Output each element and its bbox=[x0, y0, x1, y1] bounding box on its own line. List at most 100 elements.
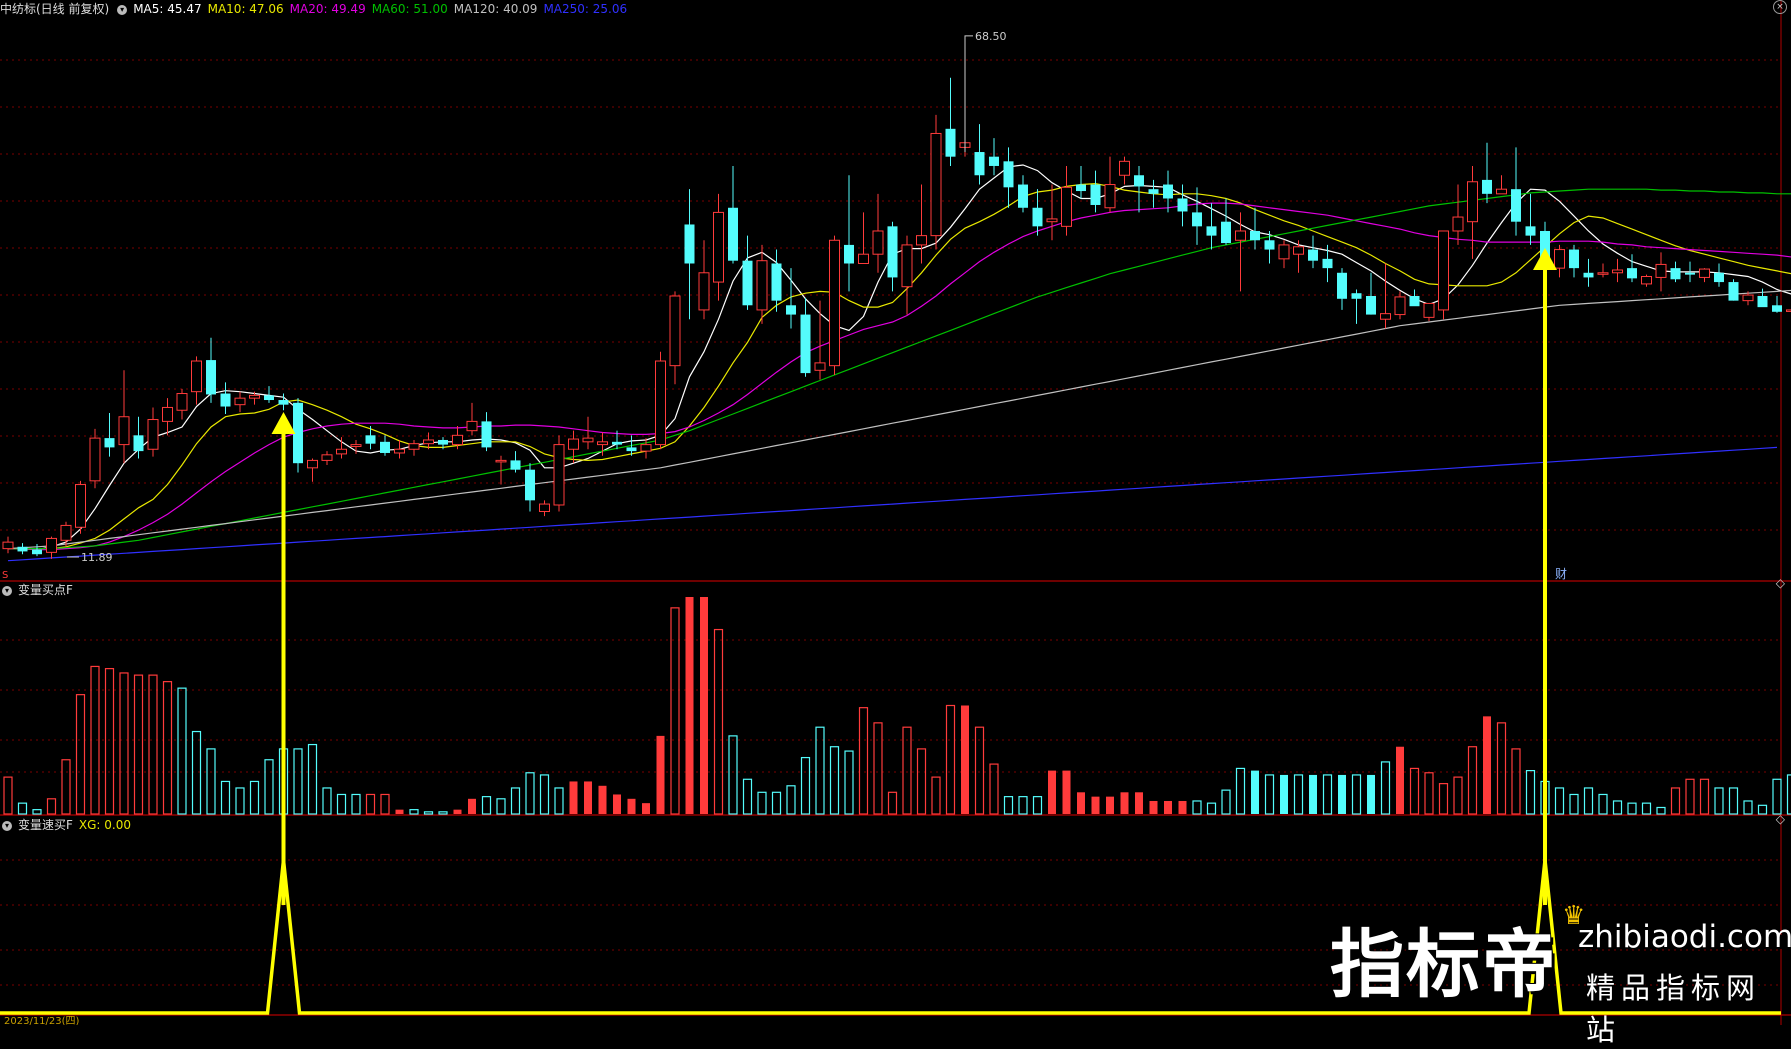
volume-bar bbox=[207, 749, 215, 814]
candle bbox=[1526, 194, 1536, 245]
volume-bar bbox=[1005, 797, 1013, 814]
volume-bar bbox=[889, 792, 897, 814]
candle-body bbox=[351, 445, 361, 447]
candle bbox=[119, 370, 129, 463]
candle-body bbox=[1236, 231, 1246, 240]
candle-body bbox=[801, 315, 811, 374]
candle bbox=[1018, 175, 1028, 212]
candle-body bbox=[177, 394, 187, 411]
collapse-icon[interactable]: ▾ bbox=[117, 5, 127, 15]
ma10-line bbox=[8, 184, 1791, 550]
candle bbox=[177, 389, 187, 420]
candle bbox=[1381, 263, 1391, 328]
candle-body bbox=[1178, 198, 1188, 211]
candle bbox=[1192, 187, 1202, 245]
candle-body bbox=[1018, 185, 1028, 208]
diamond-icon-2[interactable]: ◇ bbox=[1776, 812, 1785, 826]
stock-chart[interactable]: 68.5011.89S财2023/11/23(四) bbox=[0, 0, 1791, 1025]
candle-body bbox=[1468, 182, 1478, 222]
candle-body bbox=[1308, 250, 1318, 261]
candle-body bbox=[1337, 273, 1347, 299]
candle bbox=[18, 543, 28, 554]
volume-bar bbox=[1512, 749, 1520, 814]
volume-bar bbox=[33, 810, 41, 814]
candle bbox=[1584, 259, 1594, 287]
candle bbox=[989, 138, 999, 175]
candle bbox=[670, 291, 680, 384]
volume-bar bbox=[1672, 788, 1680, 814]
candle-body bbox=[1714, 273, 1724, 282]
x-axis-date: 2023/11/23(四) bbox=[4, 1016, 80, 1025]
candle bbox=[859, 212, 869, 263]
candle-body bbox=[786, 305, 796, 314]
candle-body bbox=[1497, 189, 1507, 194]
volume-bar bbox=[1730, 788, 1738, 814]
candle-body bbox=[1627, 268, 1637, 278]
volume-bar bbox=[831, 747, 839, 814]
candle bbox=[1091, 171, 1101, 213]
candle bbox=[1642, 275, 1652, 287]
candle-body bbox=[322, 455, 332, 461]
volume-bar bbox=[686, 597, 694, 814]
candle bbox=[1178, 185, 1188, 227]
candle-body bbox=[482, 421, 492, 447]
candle-body bbox=[134, 435, 144, 451]
volume-bar bbox=[222, 781, 230, 814]
collapse-icon[interactable]: ▾ bbox=[2, 586, 12, 596]
candle bbox=[1598, 263, 1608, 277]
volume-bar bbox=[671, 608, 679, 814]
candle-body bbox=[337, 449, 347, 454]
volume-bar bbox=[512, 788, 520, 814]
volume-bar bbox=[1744, 801, 1752, 814]
candle-body bbox=[627, 447, 637, 451]
candle bbox=[931, 115, 941, 250]
volume-bar bbox=[381, 794, 389, 814]
volume-bar bbox=[1077, 792, 1085, 814]
candle bbox=[656, 352, 666, 450]
low-label: 11.89 bbox=[81, 551, 113, 564]
watermark-brand: 指标帝 bbox=[1330, 905, 1558, 1012]
volume-bar bbox=[193, 732, 201, 814]
diamond-icon[interactable]: ◇ bbox=[1776, 576, 1785, 590]
candle-body bbox=[1685, 273, 1695, 275]
candle bbox=[554, 435, 564, 511]
volume-bar bbox=[570, 781, 578, 814]
collapse-icon[interactable]: ▾ bbox=[2, 821, 12, 831]
candle bbox=[1656, 252, 1666, 291]
candle-body bbox=[1700, 269, 1710, 277]
volume-bar bbox=[1164, 801, 1172, 814]
candle bbox=[1714, 263, 1724, 286]
candle bbox=[815, 301, 825, 380]
candle bbox=[1323, 245, 1333, 282]
candle bbox=[743, 236, 753, 310]
volume-bar bbox=[178, 688, 186, 814]
volume-bar bbox=[961, 706, 969, 815]
candle-body bbox=[1279, 245, 1289, 259]
candle-body bbox=[1265, 240, 1275, 249]
volume-bar bbox=[236, 788, 244, 814]
volume-bar bbox=[1483, 716, 1491, 814]
volume-bar bbox=[700, 597, 708, 814]
candle bbox=[685, 189, 695, 319]
candle bbox=[1453, 185, 1463, 245]
candle bbox=[1033, 189, 1043, 235]
candle-body bbox=[1569, 250, 1579, 269]
candle-body bbox=[221, 394, 231, 407]
candle-body bbox=[1410, 296, 1420, 306]
candle-body bbox=[1120, 161, 1130, 175]
candle-body bbox=[163, 407, 173, 421]
volume-bar bbox=[1338, 775, 1346, 814]
candle-body bbox=[308, 460, 318, 467]
volume-bar bbox=[802, 758, 810, 814]
volume-bar bbox=[1367, 775, 1375, 814]
volume-bar bbox=[1382, 762, 1390, 814]
candle bbox=[1149, 180, 1159, 208]
candle-body bbox=[1671, 268, 1681, 279]
candle bbox=[32, 544, 42, 556]
ma120-line bbox=[8, 290, 1791, 549]
close-icon[interactable]: × bbox=[1773, 0, 1787, 14]
buy-arrow bbox=[272, 412, 296, 905]
candle-body bbox=[438, 440, 448, 445]
volume-bar bbox=[1251, 771, 1259, 814]
volume-bar bbox=[1773, 779, 1781, 814]
